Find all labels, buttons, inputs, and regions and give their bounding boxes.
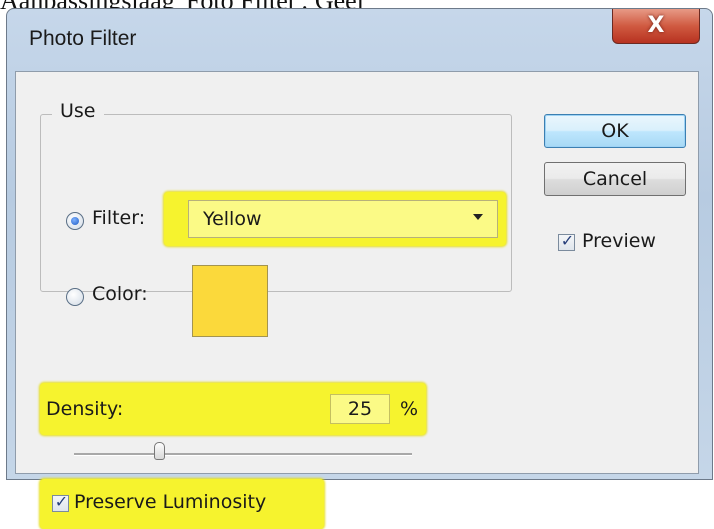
close-icon: X xyxy=(647,13,665,38)
title-bar[interactable]: Photo Filter X xyxy=(7,9,712,71)
check-icon: ✓ xyxy=(54,492,69,511)
density-input[interactable]: 25 xyxy=(330,394,390,424)
filter-radio[interactable] xyxy=(66,212,84,230)
preserve-luminosity-checkbox[interactable]: ✓ xyxy=(52,492,69,512)
ok-button-label: OK xyxy=(601,120,629,142)
color-label: Color: xyxy=(92,283,148,305)
chevron-down-icon xyxy=(473,214,483,220)
density-label: Density: xyxy=(46,398,124,420)
dialog-title: Photo Filter xyxy=(29,27,137,50)
use-legend: Use xyxy=(52,100,104,122)
dialog-body: Use Filter: Yellow Color: OK Cancel ✓ Pr… xyxy=(15,71,699,529)
cancel-button[interactable]: Cancel xyxy=(544,162,686,196)
photo-filter-dialog: Photo Filter X Use Filter: Yellow Color:… xyxy=(6,8,713,529)
filter-label: Filter: xyxy=(92,207,146,229)
density-unit: % xyxy=(400,398,419,420)
preview-checkbox[interactable]: ✓ xyxy=(558,231,575,251)
cancel-button-label: Cancel xyxy=(582,168,648,190)
ok-button[interactable]: OK xyxy=(544,114,686,148)
check-icon: ✓ xyxy=(560,231,575,250)
color-radio[interactable] xyxy=(66,288,84,306)
filter-dropdown[interactable]: Yellow xyxy=(188,200,498,238)
density-slider-track[interactable] xyxy=(74,453,412,456)
density-slider-thumb[interactable] xyxy=(153,442,165,460)
preserve-luminosity-label: Preserve Luminosity xyxy=(74,491,267,513)
close-button[interactable]: X xyxy=(612,9,700,44)
filter-dropdown-value: Yellow xyxy=(203,208,262,230)
preview-label: Preview xyxy=(582,230,656,252)
color-swatch[interactable] xyxy=(192,265,268,337)
